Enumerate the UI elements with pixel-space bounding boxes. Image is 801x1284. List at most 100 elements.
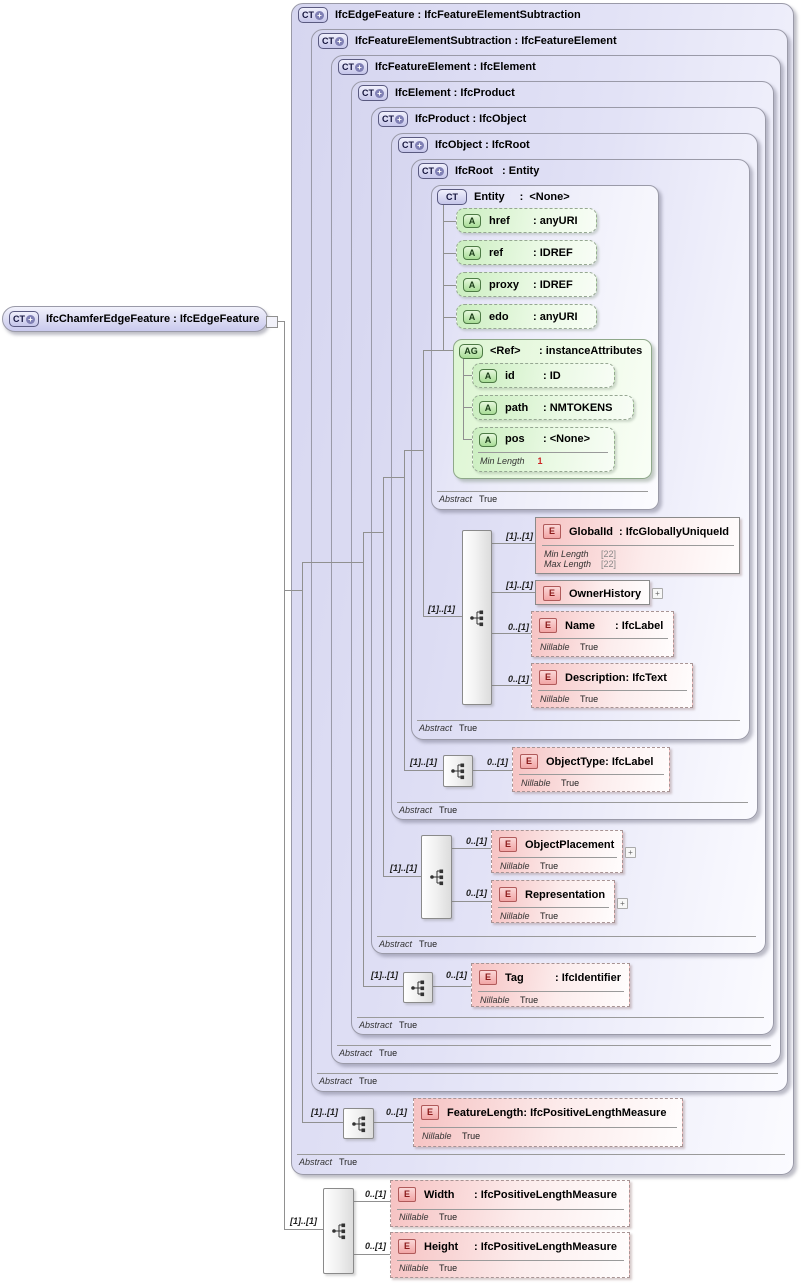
ct-badge[interactable]: CT+	[378, 111, 408, 127]
entity-abstract-row: Abstract True	[439, 494, 497, 504]
connector-trunk	[284, 321, 285, 1230]
ifcobject-abstract-row: Abstract True	[399, 805, 457, 815]
connector-line	[352, 1201, 390, 1202]
element-objectplacement[interactable]: EObjectPlacement NillableTrue	[491, 830, 623, 873]
abstract-rule	[397, 802, 748, 803]
connector-line	[450, 901, 491, 902]
element-type: : IfcPositiveLengthMeasure	[474, 1241, 617, 1253]
element-globalid[interactable]: EGlobalId: IfcGloballyUniqueId Min Lengt…	[535, 517, 740, 574]
facet-value: True	[540, 911, 558, 921]
abstract-label: Abstract	[299, 1157, 339, 1167]
facet-label: Nillable	[540, 642, 580, 652]
facet-label: Nillable	[399, 1263, 439, 1273]
sequence-glyph	[450, 761, 466, 781]
cardinality-label: 0..[1]	[487, 757, 508, 767]
expand-icon[interactable]: +	[617, 898, 628, 909]
ct-badge[interactable]: CT+	[318, 33, 348, 49]
plus-icon: +	[355, 63, 364, 72]
ct-badge[interactable]: CT+	[358, 85, 388, 101]
facet-rule	[420, 1127, 677, 1128]
group-name: <Ref>	[490, 345, 532, 357]
sequence-icon	[323, 1188, 354, 1274]
element-name: ObjectType	[546, 756, 605, 768]
ct-badge[interactable]: CT+	[298, 7, 328, 23]
ifcproduct-abstract-row: Abstract True	[379, 939, 437, 949]
attribute-badge: A	[463, 246, 481, 260]
connector-line	[284, 590, 302, 591]
element-name: ObjectPlacement	[525, 839, 614, 851]
element-name: Name	[565, 620, 615, 632]
facet-value: True	[439, 1263, 457, 1273]
cardinality-label: 0..[1]	[466, 888, 487, 898]
element-name: Representation	[525, 889, 605, 901]
attribute-badge: A	[479, 369, 497, 383]
element-name: Height	[424, 1241, 474, 1253]
cardinality-label: [1]..[1]	[390, 863, 417, 873]
ct-badge[interactable]: CT+	[338, 59, 368, 75]
facet-value: [22]	[601, 549, 616, 559]
plus-icon: +	[435, 167, 444, 176]
expand-icon[interactable]: +	[652, 588, 663, 599]
ct-badge[interactable]: CT+	[418, 163, 448, 179]
header-title: IfcFeatureElement : IfcElement	[375, 61, 536, 73]
facet-rule	[519, 774, 664, 775]
facet-value: True	[580, 642, 598, 652]
connector-line	[383, 876, 421, 877]
connector-line	[490, 592, 535, 593]
element-height[interactable]: E Height: IfcPositiveLengthMeasure Nillab…	[390, 1232, 630, 1278]
element-badge: E	[520, 754, 538, 769]
connector-line	[423, 350, 424, 617]
attribute-group-badge: AG	[459, 344, 483, 359]
abstract-value: True	[419, 939, 437, 949]
root-connector-handle[interactable]	[266, 316, 278, 328]
facet-label: Nillable	[422, 1131, 462, 1141]
sequence-icon	[421, 835, 452, 919]
cardinality-label: [1]..[1]	[506, 531, 533, 541]
header-ifcedgefeature: CT+ IfcEdgeFeature : IfcFeatureElementSu…	[298, 7, 581, 23]
plus-icon: +	[26, 315, 35, 324]
ct-badge[interactable]: CT+	[398, 137, 428, 153]
attribute-name: edo	[489, 311, 533, 323]
plus-icon: +	[395, 115, 404, 124]
element-ownerhistory[interactable]: EOwnerHistory	[535, 580, 650, 605]
header-title: IfcEdgeFeature : IfcFeatureElementSubtra…	[335, 9, 581, 21]
connector-line	[443, 317, 456, 318]
element-badge: E	[398, 1239, 416, 1254]
attribute-edo: A edo : anyURI	[456, 304, 597, 329]
connector-line	[443, 205, 444, 350]
attribute-type: : <None>	[543, 433, 590, 445]
connector-line	[363, 532, 383, 533]
entity-type: : <None>	[520, 191, 570, 203]
cardinality-label: 0..[1]	[365, 1189, 386, 1199]
attribute-name: pos	[505, 433, 543, 445]
header-title: IfcRoot : Entity	[455, 165, 539, 177]
cardinality-label: [1]..[1]	[290, 1216, 317, 1226]
element-tag[interactable]: ETag: IfcIdentifier NillableTrue	[471, 963, 630, 1007]
cardinality-label: [1]..[1]	[428, 604, 455, 614]
expand-icon[interactable]: +	[625, 847, 636, 858]
element-name: GlobalId	[569, 526, 619, 538]
element-description[interactable]: EDescription: IfcText NillableTrue	[531, 663, 693, 708]
element-objecttype[interactable]: EObjectType: IfcLabel NillableTrue	[512, 747, 670, 792]
connector-line	[383, 477, 384, 877]
abstract-label: Abstract	[399, 805, 439, 815]
connector-line	[490, 543, 535, 544]
attribute-type: : ID	[543, 370, 561, 382]
attribute-badge: A	[463, 214, 481, 228]
cardinality-label: 0..[1]	[508, 674, 529, 684]
sequence-glyph	[469, 608, 485, 628]
element-name-ifclabel[interactable]: EName: IfcLabel NillableTrue	[531, 611, 674, 657]
ct-badge[interactable]: CT	[437, 189, 467, 205]
attribute-type: : NMTOKENS	[543, 402, 612, 414]
root-node-ifcchamferedgefeature[interactable]: CT+ IfcChamferEdgeFeature : IfcEdgeFeatu…	[2, 306, 268, 332]
connector-line	[372, 1122, 413, 1123]
element-representation[interactable]: ERepresentation NillableTrue	[491, 880, 615, 923]
element-featurelength[interactable]: EFeatureLength: IfcPositiveLengthMeasure…	[413, 1098, 683, 1147]
attribute-type: : anyURI	[533, 311, 578, 323]
attribute-name: id	[505, 370, 543, 382]
ifcelement-abstract-row: Abstract True	[359, 1020, 417, 1030]
element-width[interactable]: EWidth: IfcPositiveLengthMeasure Nillabl…	[390, 1180, 630, 1227]
sequence-icon	[462, 530, 492, 705]
abstract-rule	[337, 1045, 771, 1046]
ifcfeatureelement-abstract-row: Abstract True	[339, 1048, 397, 1058]
